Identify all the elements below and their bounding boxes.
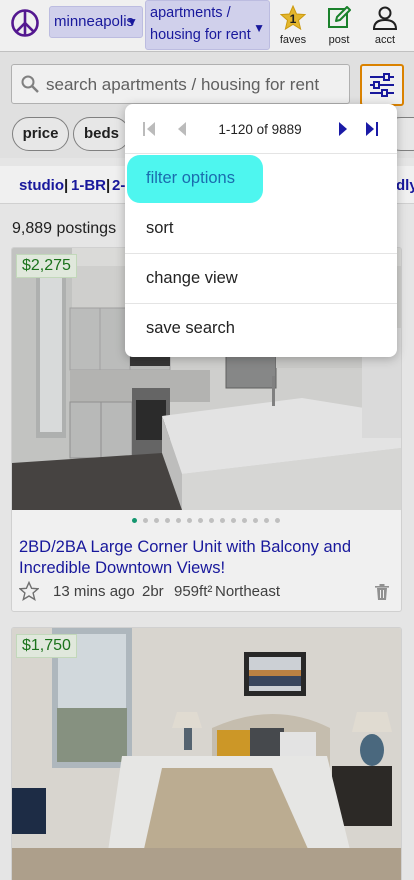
previous-page-icon[interactable] [175,120,189,138]
menu-item-save-search[interactable]: save search [125,304,397,354]
first-page-icon[interactable] [142,120,156,138]
menu-item-label: filter options [146,169,235,187]
menu-item-sort[interactable]: sort [125,204,397,254]
menu-item-label: save search [146,319,235,337]
next-page-icon[interactable] [336,120,350,138]
menu-item-filter-options[interactable]: filter options [125,154,397,204]
menu-item-change-view[interactable]: change view [125,254,397,304]
menu-item-label: change view [146,269,238,287]
last-page-icon[interactable] [365,120,379,138]
page-range: 1-120 of 9889 [218,122,302,137]
pagination-bar: 1-120 of 9889 [125,104,397,154]
menu-item-label: sort [146,219,174,237]
options-popup-menu: 1-120 of 9889 filter options sort change… [125,104,397,357]
